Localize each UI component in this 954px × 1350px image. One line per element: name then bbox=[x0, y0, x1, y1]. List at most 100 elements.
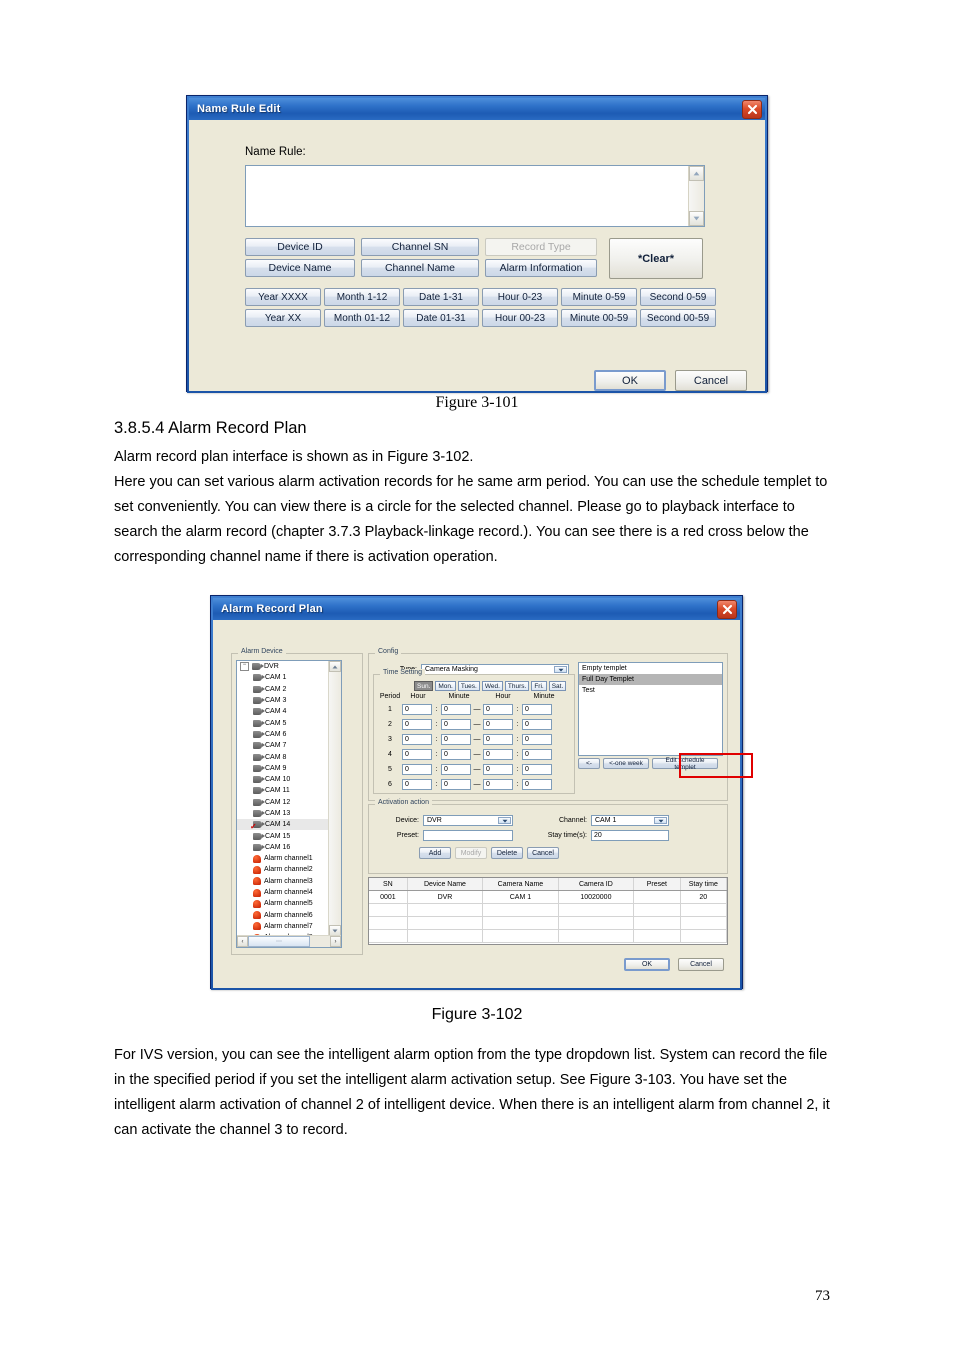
tree-node-camera[interactable]: CAM 3 bbox=[237, 695, 328, 706]
dialog-titlebar[interactable]: Name Rule Edit bbox=[189, 98, 765, 120]
start-hour-input[interactable]: 0 bbox=[402, 749, 432, 760]
tree-node-alarm-channel[interactable]: Alarm channel3 bbox=[237, 876, 328, 887]
end-minute-input[interactable]: 0 bbox=[522, 749, 552, 760]
start-hour-input[interactable]: 0 bbox=[402, 779, 432, 790]
tree-node-camera[interactable]: CAM 8 bbox=[237, 751, 328, 762]
start-minute-input[interactable]: 0 bbox=[441, 704, 471, 715]
scroll-right-icon[interactable]: › bbox=[330, 936, 341, 947]
tree-node-camera[interactable]: CAM 13 bbox=[237, 808, 328, 819]
tree-node-alarm-channel[interactable]: Alarm channel1 bbox=[237, 853, 328, 864]
start-hour-input[interactable]: 0 bbox=[402, 734, 432, 745]
dialog-titlebar[interactable]: Alarm Record Plan bbox=[213, 598, 740, 620]
end-hour-input[interactable]: 0 bbox=[483, 779, 513, 790]
tree-node-camera[interactable]: CAM 9 bbox=[237, 763, 328, 774]
end-hour-input[interactable]: 0 bbox=[483, 719, 513, 730]
templet-list-item[interactable]: Full Day Templet bbox=[579, 674, 722, 685]
weekday-button-thurs[interactable]: Thurs. bbox=[504, 681, 530, 691]
date-token-button-5[interactable]: Minute 00-59 bbox=[561, 309, 637, 327]
preset-input[interactable] bbox=[423, 830, 513, 841]
token-button-2[interactable]: Channel Name bbox=[361, 259, 479, 277]
start-minute-input[interactable]: 0 bbox=[441, 749, 471, 760]
tree-node-camera[interactable]: CAM 2 bbox=[237, 684, 328, 695]
tree-node-camera[interactable]: CAM 5 bbox=[237, 717, 328, 728]
schedule-templet-list[interactable]: Empty templet Full Day Templet Test bbox=[578, 662, 723, 756]
end-hour-input[interactable]: 0 bbox=[483, 734, 513, 745]
scroll-thumb[interactable]: ⋯ bbox=[248, 936, 310, 947]
scroll-up-icon[interactable] bbox=[329, 661, 341, 672]
end-minute-input[interactable]: 0 bbox=[522, 719, 552, 730]
tree-items[interactable]: − DVR CAM 1 CAM 2 CAM 3 CAM 4 CAM 5 CAM 6 CAM 7 C… bbox=[237, 661, 328, 936]
start-minute-input[interactable]: 0 bbox=[441, 764, 471, 775]
tree-node-camera[interactable]: CAM 14 ✓ bbox=[237, 819, 328, 831]
token-button-1[interactable]: Device ID bbox=[245, 238, 355, 256]
tree-node-camera[interactable]: CAM 16 bbox=[237, 842, 328, 853]
apply-day-button[interactable]: <- bbox=[578, 758, 600, 769]
date-token-button-1[interactable]: Year XX bbox=[245, 309, 321, 327]
clear-button[interactable]: *Clear* bbox=[609, 238, 703, 279]
start-minute-input[interactable]: 0 bbox=[441, 719, 471, 730]
chevron-down-icon[interactable] bbox=[498, 817, 511, 824]
end-minute-input[interactable]: 0 bbox=[522, 734, 552, 745]
channel-dropdown[interactable]: CAM 1 bbox=[591, 815, 669, 826]
tree-node-alarm-channel[interactable]: Alarm channel6 bbox=[237, 910, 328, 921]
tree-horizontal-scrollbar[interactable]: ‹ ⋯ › bbox=[237, 935, 341, 947]
weekday-button-tues[interactable]: Tues. bbox=[457, 681, 480, 691]
date-token-button-4[interactable]: Hour 0-23 bbox=[482, 288, 558, 306]
date-token-button-5[interactable]: Minute 0-59 bbox=[561, 288, 637, 306]
scroll-track[interactable] bbox=[310, 936, 330, 947]
weekday-button-sun[interactable]: Sun. bbox=[414, 681, 434, 691]
device-dropdown[interactable]: DVR bbox=[423, 815, 513, 826]
add-button[interactable]: Add bbox=[419, 847, 451, 859]
delete-button[interactable]: Delete bbox=[491, 847, 523, 859]
close-icon[interactable] bbox=[717, 600, 737, 619]
tree-node-alarm-channel[interactable]: Alarm channel7 bbox=[237, 921, 328, 932]
ok-button[interactable]: OK bbox=[594, 370, 666, 391]
token-button-3[interactable]: Alarm Information bbox=[485, 259, 597, 277]
cancel-button[interactable]: Cancel bbox=[675, 370, 747, 391]
tree-node-camera[interactable]: CAM 4 bbox=[237, 706, 328, 717]
end-minute-input[interactable]: 0 bbox=[522, 779, 552, 790]
weekday-button-fri[interactable]: Fri. bbox=[531, 681, 547, 691]
weekday-button-sat[interactable]: Sat. bbox=[548, 681, 567, 691]
apply-week-button[interactable]: <-one week bbox=[603, 758, 649, 769]
tree-node-root[interactable]: − DVR bbox=[237, 661, 328, 672]
scroll-track[interactable] bbox=[329, 672, 341, 925]
tree-vertical-scrollbar[interactable] bbox=[328, 661, 341, 936]
start-minute-input[interactable]: 0 bbox=[441, 734, 471, 745]
chevron-down-icon[interactable] bbox=[654, 817, 667, 824]
date-token-button-4[interactable]: Hour 00-23 bbox=[482, 309, 558, 327]
date-token-button-3[interactable]: Date 1-31 bbox=[403, 288, 479, 306]
date-token-button-6[interactable]: Second 00-59 bbox=[640, 309, 716, 327]
tree-node-camera[interactable]: CAM 10 bbox=[237, 774, 328, 785]
date-token-button-2[interactable]: Month 01-12 bbox=[324, 309, 400, 327]
scroll-down-icon[interactable] bbox=[689, 211, 704, 226]
tree-node-camera[interactable]: CAM 12 bbox=[237, 797, 328, 808]
start-hour-input[interactable]: 0 bbox=[402, 764, 432, 775]
start-hour-input[interactable]: 0 bbox=[402, 704, 432, 715]
tree-node-alarm-channel[interactable]: Alarm channel5 bbox=[237, 898, 328, 909]
token-button-1[interactable]: Device Name bbox=[245, 259, 355, 277]
start-minute-input[interactable]: 0 bbox=[441, 779, 471, 790]
end-hour-input[interactable]: 0 bbox=[483, 704, 513, 715]
date-token-button-6[interactable]: Second 0-59 bbox=[640, 288, 716, 306]
date-token-button-2[interactable]: Month 1-12 bbox=[324, 288, 400, 306]
templet-items[interactable]: Empty templet Full Day Templet Test bbox=[579, 663, 722, 696]
chevron-down-icon[interactable] bbox=[554, 666, 567, 673]
date-token-button-1[interactable]: Year XXXX bbox=[245, 288, 321, 306]
templet-list-item[interactable]: Empty templet bbox=[579, 663, 722, 674]
end-hour-input[interactable]: 0 bbox=[483, 764, 513, 775]
name-rule-input[interactable] bbox=[245, 165, 705, 227]
end-hour-input[interactable]: 0 bbox=[483, 749, 513, 760]
table-row[interactable]: 0001 DVR CAM 1 10020000 20 bbox=[369, 891, 727, 904]
collapse-icon[interactable]: − bbox=[240, 662, 249, 672]
scroll-up-icon[interactable] bbox=[689, 166, 704, 181]
stay-time-input[interactable]: 20 bbox=[591, 830, 669, 841]
weekday-button-wed[interactable]: Wed. bbox=[481, 681, 503, 691]
tree-node-camera[interactable]: CAM 6 bbox=[237, 729, 328, 740]
cancel-button[interactable]: Cancel bbox=[527, 847, 559, 859]
tree-node-alarm-channel[interactable]: Alarm channel4 bbox=[237, 887, 328, 898]
token-button-2[interactable]: Channel SN bbox=[361, 238, 479, 256]
cancel-button[interactable]: Cancel bbox=[678, 958, 724, 971]
tree-node-camera[interactable]: CAM 15 bbox=[237, 830, 328, 841]
start-hour-input[interactable]: 0 bbox=[402, 719, 432, 730]
